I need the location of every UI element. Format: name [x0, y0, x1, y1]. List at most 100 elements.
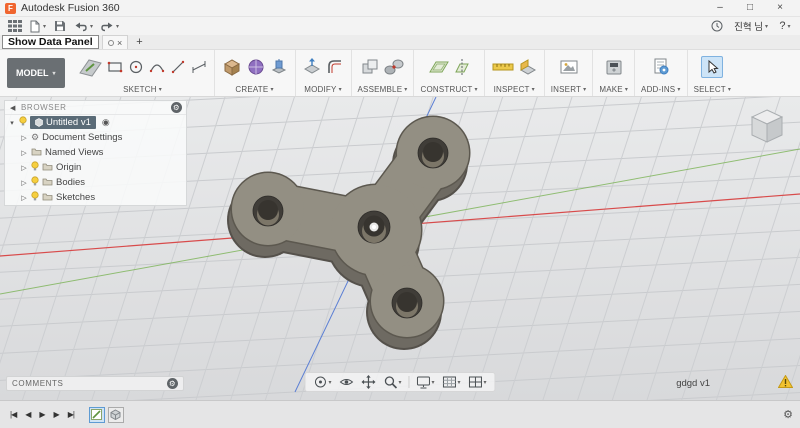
visibility-bulb-icon[interactable]	[31, 161, 39, 174]
lobe-hole-top	[417, 137, 449, 169]
box-icon[interactable]	[221, 56, 243, 78]
titlebar: F Autodesk Fusion 360 – □ ×	[0, 0, 800, 17]
timeline-step-forward-button[interactable]: ▶	[51, 410, 62, 419]
press-pull-icon[interactable]	[302, 57, 322, 77]
circle-tool-icon[interactable]	[127, 58, 145, 76]
addins-menu[interactable]: ADD-INS ▾	[641, 85, 681, 94]
user-menu[interactable]: 진혁 님 ▾	[732, 18, 770, 34]
create-sketch-icon[interactable]	[78, 54, 103, 79]
minimize-button[interactable]: –	[705, 0, 735, 16]
browser-item-named-views[interactable]: ▷ Named Views	[5, 145, 186, 160]
warning-icon[interactable]	[777, 374, 794, 391]
new-component-icon[interactable]	[360, 57, 380, 77]
rectangle-tool-icon[interactable]	[106, 58, 124, 76]
tab-close-button[interactable]: ×	[117, 38, 122, 48]
toolbar-group-inspect: INSPECT ▾	[483, 50, 544, 96]
construct-menu[interactable]: CONSTRUCT ▾	[420, 85, 477, 94]
timeline-skip-end-button[interactable]: ▶|	[65, 410, 77, 419]
workspace-selector[interactable]: MODEL ▾	[7, 58, 65, 88]
visibility-bulb-icon[interactable]	[31, 191, 39, 204]
joint-icon[interactable]	[383, 57, 405, 77]
comments-gear-icon[interactable]: ⚙	[167, 378, 178, 389]
timeline-extrude-feature[interactable]	[107, 406, 124, 423]
measure-icon[interactable]	[491, 58, 515, 76]
help-menu[interactable]: ? ▾	[776, 18, 794, 34]
view-cube[interactable]	[744, 105, 790, 154]
viewports-button[interactable]: ▾	[466, 375, 490, 390]
save-button[interactable]	[51, 18, 69, 34]
select-menu[interactable]: SELECT ▾	[694, 85, 732, 94]
look-at-eye-icon	[339, 379, 354, 385]
file-menu-button[interactable]: ▾	[27, 18, 48, 34]
new-tab-button[interactable]: +	[133, 35, 145, 49]
toolbar-group-select: SELECT ▾	[686, 50, 738, 96]
display-settings-button[interactable]: ▾	[413, 375, 437, 390]
component-icon	[35, 118, 43, 127]
display-settings-icon	[416, 376, 430, 388]
expand-icon[interactable]: ▾	[8, 119, 16, 127]
timeline-play-button[interactable]: ▶	[36, 410, 47, 419]
browser-item-origin[interactable]: ▷ Origin	[5, 160, 186, 175]
data-panel-toggle[interactable]	[6, 18, 24, 34]
job-status-button[interactable]	[708, 18, 726, 34]
expand-icon[interactable]: ▷	[20, 134, 28, 142]
expand-icon[interactable]: ▷	[20, 179, 28, 187]
timeline-sketch-feature[interactable]	[88, 406, 105, 423]
root-component-chip[interactable]: Untitled v1	[30, 116, 96, 129]
maximize-button[interactable]: □	[735, 0, 765, 16]
expand-icon[interactable]: ▷	[20, 164, 28, 172]
user-name: 진혁 님	[734, 22, 763, 33]
zoom-button[interactable]: ▾	[380, 374, 404, 390]
browser-item-document-settings[interactable]: ▷ ⚙ Document Settings	[5, 130, 186, 145]
select-tool-icon[interactable]	[701, 55, 724, 78]
form-icon[interactable]	[246, 57, 266, 77]
close-button[interactable]: ×	[765, 0, 795, 16]
timeline-skip-start-button[interactable]: |◀	[7, 410, 19, 419]
document-version-label: gdgd v1	[676, 378, 710, 389]
expand-icon[interactable]: ▷	[20, 194, 28, 202]
redo-button[interactable]: ▾	[98, 18, 121, 34]
comments-panel[interactable]: COMMENTS ⚙	[6, 376, 184, 391]
document-tabbar: Show Data Panel × +	[0, 35, 800, 50]
pan-button[interactable]	[358, 374, 378, 390]
orbit-button[interactable]: ▾	[310, 374, 334, 390]
browser-item-sketches[interactable]: ▷ Sketches	[5, 190, 186, 205]
visibility-bulb-icon[interactable]	[31, 176, 39, 189]
inspect-menu[interactable]: INSPECT ▾	[494, 85, 535, 94]
timeline-step-back-button[interactable]: ◀	[22, 410, 33, 419]
browser-item-bodies[interactable]: ▷ Bodies	[5, 175, 186, 190]
viewport[interactable]: ◀ BROWSER ⚙ ▾ Untitled v1 ◉ ▷ ⚙ Document…	[0, 97, 800, 400]
look-at-button[interactable]	[336, 374, 356, 390]
visibility-bulb-icon[interactable]	[19, 116, 27, 129]
extrude-icon[interactable]	[269, 57, 289, 77]
expand-icon[interactable]: ▷	[20, 149, 28, 157]
section-analysis-icon[interactable]	[518, 58, 538, 76]
make-menu[interactable]: MAKE ▾	[599, 85, 628, 94]
construct-axis-icon[interactable]	[453, 57, 471, 77]
clock-icon	[711, 20, 723, 32]
sketch-dimension-icon[interactable]	[190, 58, 208, 76]
3d-print-icon[interactable]	[604, 57, 624, 77]
activate-component-radio[interactable]: ◉	[102, 117, 110, 128]
quick-access-toolbar: ▾ ▾ ▾ 진혁 님 ▾ ? ▾	[0, 17, 800, 35]
grid-snaps-button[interactable]: ▾	[440, 375, 464, 390]
browser-item-root[interactable]: ▾ Untitled v1 ◉	[5, 115, 186, 130]
sketch-menu[interactable]: SKETCH ▾	[123, 85, 162, 94]
arc-tool-icon[interactable]	[148, 58, 166, 76]
create-menu[interactable]: CREATE ▾	[235, 85, 273, 94]
scripts-addins-icon[interactable]	[651, 57, 671, 77]
insert-menu[interactable]: INSERT ▾	[551, 85, 587, 94]
undo-icon	[75, 22, 87, 32]
folder-icon	[42, 177, 53, 189]
timeline-gear-icon[interactable]: ⚙	[783, 408, 793, 421]
line-tool-icon[interactable]	[169, 58, 187, 76]
fillet-icon[interactable]	[325, 57, 345, 77]
offset-plane-icon[interactable]	[428, 57, 450, 77]
browser-gear-icon[interactable]: ⚙	[171, 102, 182, 113]
browser-collapse-button[interactable]: ◀	[9, 104, 17, 112]
insert-image-icon[interactable]	[559, 58, 579, 76]
assemble-menu[interactable]: ASSEMBLE ▾	[358, 85, 408, 94]
undo-button[interactable]: ▾	[72, 18, 95, 34]
modify-menu[interactable]: MODIFY ▾	[304, 85, 342, 94]
document-tab[interactable]: ×	[102, 35, 129, 49]
